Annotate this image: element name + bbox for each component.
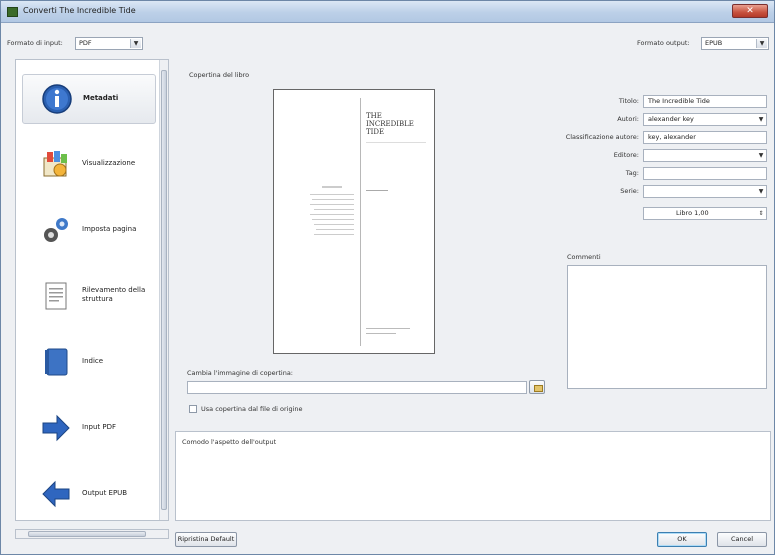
change-cover-label: Cambia l'immagine di copertina: [187,369,293,377]
cover-title: THE INCREDIBLE TIDE [366,112,414,136]
sidebar-item-label: Imposta pagina [82,225,137,233]
comments-textarea[interactable] [567,265,767,389]
sidebar-item-label: Input PDF [82,423,116,431]
input-format-value: PDF [79,39,92,47]
chevron-down-icon: ▼ [756,39,767,48]
sidebar-item-look-and-feel[interactable]: Visualizzazione [22,140,156,190]
sidebar-item-pdf-input[interactable]: Input PDF [22,404,156,454]
title-label: Titolo: [618,97,639,105]
cover-footer-line [366,333,396,334]
input-format-select[interactable]: PDF ▼ [75,37,143,50]
tags-input[interactable] [643,167,767,180]
publisher-label: Editore: [613,151,639,159]
sidebar-scrollbar[interactable] [159,60,168,520]
gears-icon [44,218,68,242]
sidebar-item-label: Rilevamento della struttura [82,286,146,303]
cover-contents-line [316,229,354,230]
spinner-arrows-icon[interactable]: ⇕ [756,208,766,219]
cover-rule [366,142,426,143]
cover-contents-mark [322,186,342,188]
cover-title-line: THE [366,112,382,120]
info-icon [42,84,72,114]
title-input[interactable]: The Incredible Tide [643,95,767,108]
author-sort-label: Classificazione autore: [565,133,639,141]
series-combo[interactable]: ▼ [643,185,767,198]
scrollbar-thumb[interactable] [161,70,167,510]
cover-contents-line [314,209,354,210]
cover-preview: THE INCREDIBLE TIDE [273,89,435,354]
series-label: Serie: [620,187,639,195]
sidebar-item-toc[interactable]: Indice [22,338,156,388]
cover-contents-line [310,194,354,195]
use-source-cover-label: Usa copertina dal file di origine [201,405,303,413]
comments-label: Commenti [567,253,601,261]
input-format-label: Formato di input: [7,39,63,47]
publisher-combo[interactable]: ▼ [643,149,767,162]
chevron-down-icon: ▼ [758,116,764,123]
ok-button[interactable]: OK [657,532,707,547]
browse-button[interactable] [529,380,545,394]
restore-defaults-button[interactable]: Ripristina Default [175,532,237,547]
document-icon [45,282,67,310]
tags-label: Tag: [625,169,639,177]
cover-contents-line [310,204,354,205]
cover-path-input[interactable] [187,381,527,394]
palette-icon [43,151,67,177]
description-label: Comodo l'aspetto dell'output [182,438,277,446]
sidebar-item-label: Visualizzazione [82,159,136,167]
output-format-select[interactable]: EPUB ▼ [701,37,769,50]
title-bar: Converti The Incredible Tide ✕ [1,1,774,23]
sidebar-item-metadata[interactable]: Metadati [22,74,156,124]
cover-footer-line [366,328,410,329]
output-format-value: EPUB [705,39,723,47]
scrollbar-thumb[interactable] [28,531,146,537]
authors-value: alexander key [648,115,694,123]
chevron-down-icon: ▼ [130,39,141,48]
chevron-down-icon: ▼ [758,188,764,195]
sidebar-item-page-setup[interactable]: Imposta pagina [22,206,156,256]
authors-label: Autori: [617,115,639,123]
sidebar-item-epub-output[interactable]: Output EPUB [22,470,156,520]
arrow-right-icon [42,414,70,442]
close-button[interactable]: ✕ [732,4,768,18]
book-number-value: Libro 1,00 [676,209,709,217]
app-icon [7,7,18,17]
sidebar: Metadati Visualizzazione Imposta pagina [15,59,169,521]
description-panel: Comodo l'aspetto dell'output [175,431,771,521]
cover-author-mark [366,190,388,191]
window-title: Converti The Incredible Tide [23,6,136,15]
use-source-cover-checkbox[interactable] [189,405,197,413]
cancel-button[interactable]: Cancel [717,532,767,547]
chevron-down-icon: ▼ [758,152,764,159]
cover-contents-line [312,219,354,220]
sidebar-item-label: Output EPUB [82,489,128,497]
cover-divider-line [360,98,361,346]
sidebar-horizontal-scrollbar[interactable] [15,529,169,539]
cover-title-line: INCREDIBLE [366,120,414,128]
book-icon [45,348,68,376]
convert-dialog: Converti The Incredible Tide ✕ Formato d… [0,0,775,555]
book-number-spinbox[interactable]: Libro 1,00 ⇕ [643,207,767,220]
cover-contents-line [310,214,354,215]
authors-combo[interactable]: alexander key ▼ [643,113,767,126]
cover-title-line: TIDE [366,128,385,136]
cover-contents-line [314,234,354,235]
cover-contents-line [312,199,354,200]
sidebar-item-label: Indice [82,357,104,365]
author-sort-input[interactable]: key, alexander [643,131,767,144]
output-format-label: Formato output: [637,39,690,47]
cover-contents-line [314,224,354,225]
sidebar-item-structure-detection[interactable]: Rilevamento della struttura [22,272,156,322]
sidebar-item-label: Metadati [83,94,119,102]
cover-group-label: Copertina del libro [189,71,250,79]
arrow-left-icon [42,480,70,508]
